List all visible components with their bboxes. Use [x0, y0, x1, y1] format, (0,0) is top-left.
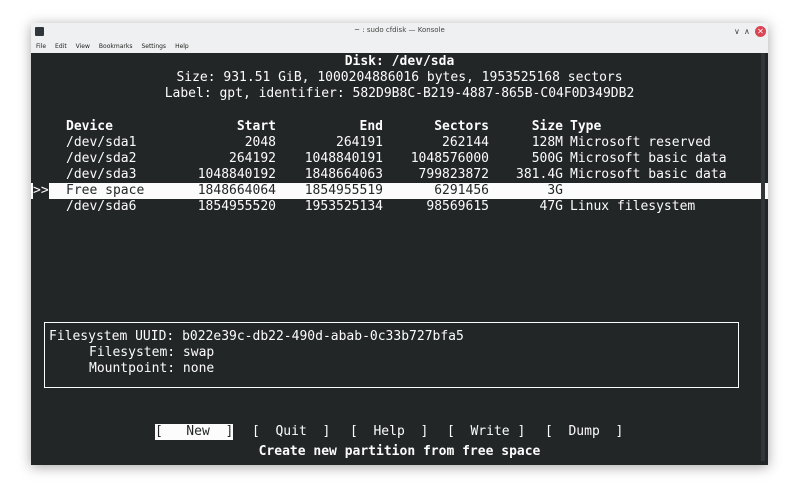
row-end: 264191	[336, 135, 383, 150]
konsole-window: ~ : sudo cfdisk — Konsole ∨ ∧ ✕ File Edi…	[31, 23, 768, 465]
menu-view[interactable]: View	[71, 41, 94, 53]
row-type: Microsoft reserved	[570, 135, 711, 150]
dump-button[interactable]: [ Dump ]	[545, 424, 623, 440]
partition-info-box: Filesystem UUID: b022e39c-db22-490d-abab…	[44, 322, 739, 388]
row-type: Linux filesystem	[570, 199, 696, 214]
row-device: /dev/sda3	[66, 167, 137, 182]
row-sectors: 262144	[442, 135, 489, 150]
terminal-area[interactable]: Disk: /dev/sda Size: 931.51 GiB, 1000204…	[31, 53, 768, 465]
row-start: 2048	[244, 135, 276, 150]
uuid-line: Filesystem UUID: b022e39c-db22-490d-abab…	[49, 329, 464, 345]
mountpoint-value: none	[182, 361, 215, 376]
row-sectors: 6291456	[434, 183, 489, 198]
row-end: 1953525134	[304, 199, 383, 214]
quit-button[interactable]: [ Quit ]	[252, 424, 330, 440]
row-type: Microsoft basic data	[570, 151, 727, 166]
col-start: Start	[236, 119, 276, 134]
mountpoint-line: Mountpoint: none	[89, 361, 214, 377]
row-end: 1848664063	[304, 167, 383, 182]
menu-settings[interactable]: Settings	[136, 41, 170, 53]
filesystem-label: Filesystem:	[89, 345, 176, 360]
row-start: 1848664064	[197, 183, 276, 198]
menu-help[interactable]: Help	[170, 41, 193, 53]
write-button[interactable]: [ Write ]	[447, 424, 525, 440]
table-row[interactable]: /dev/sda3 1048840192 1848664063 79982387…	[31, 167, 768, 183]
row-sectors: 1048576000	[410, 151, 489, 166]
col-size: Size	[531, 119, 563, 134]
title-bar[interactable]: ~ : sudo cfdisk — Konsole ∨ ∧ ✕	[31, 23, 768, 41]
maximize-icon[interactable]: ∧	[744, 26, 750, 37]
row-sectors: 98569615	[426, 199, 489, 214]
row-start: 1048840192	[197, 167, 276, 182]
table-row[interactable]: /dev/sda2 264192 1048840191 1048576000 5…	[31, 151, 768, 167]
disk-label: Label: gpt, identifier: 582D9B8C-B219-48…	[164, 86, 635, 101]
row-size: 47G	[539, 199, 563, 214]
selection-marker: >>	[33, 183, 49, 199]
row-device: /dev/sda6	[66, 199, 137, 214]
col-device: Device	[66, 119, 113, 134]
col-end: End	[359, 119, 383, 134]
close-icon[interactable]: ✕	[755, 26, 766, 37]
terminal-scrollbar[interactable]	[761, 53, 765, 461]
table-row[interactable]: /dev/sda1 2048 264191 262144 128M Micros…	[31, 135, 768, 151]
row-size: 128M	[531, 135, 563, 150]
menu-bookmarks[interactable]: Bookmarks	[94, 41, 137, 53]
col-sectors: Sectors	[434, 119, 489, 134]
minimize-icon[interactable]: ∨	[734, 26, 740, 37]
table-row-selected[interactable]: >> Free space 1848664064 1854955519 6291…	[31, 183, 768, 199]
row-start: 264192	[229, 151, 276, 166]
row-device: Free space	[66, 183, 145, 198]
disk-size: Size: 931.51 GiB, 1000204886016 bytes, 1…	[176, 70, 623, 85]
window-title: ~ : sudo cfdisk — Konsole	[354, 26, 445, 34]
row-sectors: 799823872	[418, 167, 489, 182]
row-end: 1048840191	[304, 151, 383, 166]
disk-header: Disk: /dev/sda	[344, 54, 455, 69]
table-row[interactable]: /dev/sda6 1854955520 1953525134 98569615…	[31, 199, 768, 215]
filesystem-value: swap	[182, 345, 215, 360]
new-button[interactable]: [ New ]	[155, 424, 234, 440]
filesystem-line: Filesystem: swap	[89, 345, 214, 361]
menu-file[interactable]: File	[31, 41, 50, 53]
col-type: Type	[570, 119, 602, 134]
row-size: 3G	[547, 183, 563, 198]
row-size: 381.4G	[516, 167, 563, 182]
table-header: Device Start End Sectors Size Type	[31, 119, 768, 135]
uuid-value: b022e39c-db22-490d-abab-0c33b727bfa5	[182, 329, 464, 344]
row-end: 1854955519	[304, 183, 383, 198]
row-device: /dev/sda1	[66, 135, 137, 150]
status-line: Create new partition from free space	[258, 444, 541, 459]
help-button[interactable]: [ Help ]	[350, 424, 428, 440]
mountpoint-label: Mountpoint:	[89, 361, 176, 376]
row-size: 500G	[531, 151, 563, 166]
menu-bar: File Edit View Bookmarks Settings Help	[31, 41, 768, 53]
row-device: /dev/sda2	[66, 151, 137, 166]
menu-edit[interactable]: Edit	[50, 41, 71, 53]
row-type: Microsoft basic data	[570, 167, 727, 182]
row-start: 1854955520	[197, 199, 276, 214]
uuid-label: Filesystem UUID:	[49, 329, 175, 344]
